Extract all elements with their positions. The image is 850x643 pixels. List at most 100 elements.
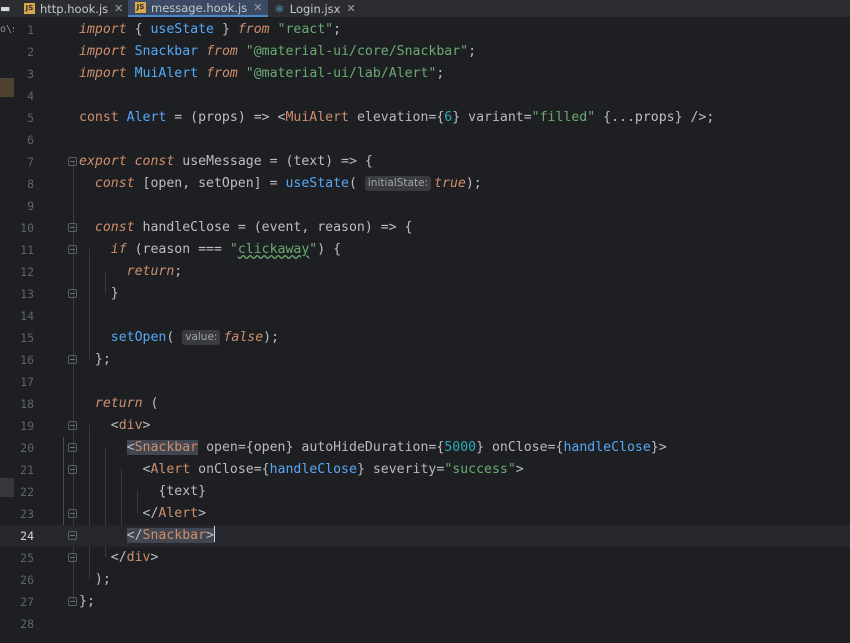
- code-line: 26 );: [0, 569, 850, 591]
- code-text: const [open, setOpen] = useState( initia…: [94, 176, 482, 191]
- line-number: 20: [20, 441, 34, 455]
- code-text: </Alert>: [79, 506, 207, 521]
- code-line: 10 const handleClose = (event, reason) =…: [0, 217, 850, 239]
- line-number: 19: [20, 419, 34, 433]
- tab-label: Login.jsx: [289, 1, 341, 16]
- tab-label: http.hook.js: [40, 1, 109, 16]
- code-text: return;: [126, 264, 183, 279]
- code-text: {text}: [79, 484, 207, 499]
- code-line-current: 24 </Snackbar>: [0, 525, 850, 547]
- code-line: 1 import { useState } from "react";: [0, 19, 850, 41]
- fold-icon[interactable]: [68, 465, 77, 474]
- line-number: 23: [20, 507, 34, 521]
- line-number: 11: [20, 243, 34, 257]
- code-line: 19 <div>: [0, 415, 850, 437]
- code-text: const handleClose = (event, reason) => {: [94, 220, 413, 235]
- code-text: export const useMessage = (text) => {: [79, 154, 373, 169]
- line-number: 3: [27, 67, 34, 81]
- code-line: 6: [0, 129, 850, 151]
- line-number: 10: [20, 221, 34, 235]
- code-line: 9: [0, 195, 850, 217]
- line-number: 26: [20, 573, 34, 587]
- code-text: import MuiAlert from "@material-ui/lab/A…: [79, 66, 445, 81]
- react-file-icon: ⚛: [274, 1, 285, 16]
- tab-overflow[interactable]: ▬: [0, 0, 14, 17]
- code-text: import { useState } from "react";: [79, 22, 342, 37]
- code-line: 7 export const useMessage = (text) => {: [0, 151, 850, 173]
- code-line: 20 <Snackbar open={open} autoHideDuratio…: [0, 437, 850, 459]
- line-number: 6: [27, 133, 34, 147]
- code-line: 11 if (reason === "clickaway") {: [0, 239, 850, 261]
- tab-message-hook[interactable]: JS message.hook.js ✕: [128, 0, 269, 17]
- fold-icon[interactable]: [68, 289, 77, 298]
- code-line: 5 const Alert = (props) => <MuiAlert ele…: [0, 107, 850, 129]
- fold-icon[interactable]: [68, 355, 77, 364]
- line-number: 12: [20, 265, 34, 279]
- tab-login[interactable]: ⚛ Login.jsx ✕: [274, 0, 356, 17]
- line-number: 18: [20, 397, 34, 411]
- line-number: 27: [20, 595, 34, 609]
- tab-http-hook[interactable]: JS http.hook.js ✕: [24, 0, 123, 17]
- code-text: <Alert onClose={handleClose} severity="s…: [79, 462, 524, 477]
- line-number: 22: [20, 485, 34, 499]
- code-text: return (: [94, 396, 159, 411]
- fold-icon[interactable]: [68, 597, 77, 606]
- code-text: </div>: [79, 550, 159, 565]
- fold-icon[interactable]: [68, 421, 77, 430]
- code-text: );: [79, 572, 111, 587]
- code-line: 21 <Alert onClose={handleClose} severity…: [0, 459, 850, 481]
- text-cursor: [214, 526, 216, 542]
- fold-icon[interactable]: [68, 443, 77, 452]
- code-text: const Alert = (props) => <MuiAlert eleva…: [79, 110, 715, 125]
- line-number: 14: [20, 309, 34, 323]
- code-line: 22 {text}: [0, 481, 850, 503]
- line-number: 17: [20, 375, 34, 389]
- tab-label: message.hook.js: [151, 0, 248, 15]
- code-line: 3 import MuiAlert from "@material-ui/lab…: [0, 63, 850, 85]
- line-number: 9: [27, 199, 34, 213]
- line-number: 24: [20, 529, 34, 543]
- fold-icon[interactable]: [68, 223, 77, 232]
- line-number: 15: [20, 331, 34, 345]
- line-number: 2: [27, 45, 34, 59]
- fold-icon[interactable]: [68, 157, 77, 166]
- line-number: 28: [20, 617, 34, 631]
- code-line: 14: [0, 305, 850, 327]
- code-line: 15 setOpen( value: false);: [0, 327, 850, 349]
- code-line: 23 </Alert>: [0, 503, 850, 525]
- line-number: 4: [27, 89, 34, 103]
- code-text: if (reason === "clickaway") {: [110, 242, 342, 257]
- line-number: 5: [27, 111, 34, 125]
- fold-icon[interactable]: [68, 553, 77, 562]
- fold-icon[interactable]: [68, 245, 77, 254]
- code-text: <div>: [79, 418, 151, 433]
- code-line: 27 };: [0, 591, 850, 613]
- code-text: import Snackbar from "@material-ui/core/…: [79, 44, 477, 59]
- code-text: }: [79, 286, 119, 301]
- code-line: 12 return;: [0, 261, 850, 283]
- code-line: 18 return (: [0, 393, 850, 415]
- line-number: 16: [20, 353, 34, 367]
- code-line: 25 </div>: [0, 547, 850, 569]
- inlay-hint: initialState:: [364, 176, 432, 191]
- line-number: 7: [27, 155, 34, 169]
- line-number: 21: [20, 463, 34, 477]
- code-line: 17: [0, 371, 850, 393]
- code-line: 13 }: [0, 283, 850, 305]
- editor-tab-bar: ▬ JS http.hook.js ✕ JS message.hook.js ✕…: [0, 0, 850, 18]
- code-line: 28: [0, 613, 850, 635]
- js-file-icon: JS: [135, 2, 146, 13]
- code-line: 2 import Snackbar from "@material-ui/cor…: [0, 41, 850, 63]
- line-number: 13: [20, 287, 34, 301]
- close-icon[interactable]: ✕: [253, 1, 262, 14]
- code-line: 4: [0, 85, 850, 107]
- fold-icon[interactable]: [68, 531, 77, 540]
- close-icon[interactable]: ✕: [114, 2, 123, 15]
- code-text: };: [79, 352, 111, 367]
- close-icon[interactable]: ✕: [346, 2, 355, 15]
- code-text: </Snackbar>: [126, 526, 216, 543]
- code-line: 8 const [open, setOpen] = useState( init…: [0, 173, 850, 195]
- code-text: setOpen( value: false);: [110, 330, 280, 345]
- line-number: 1: [27, 23, 34, 37]
- fold-icon[interactable]: [68, 509, 77, 518]
